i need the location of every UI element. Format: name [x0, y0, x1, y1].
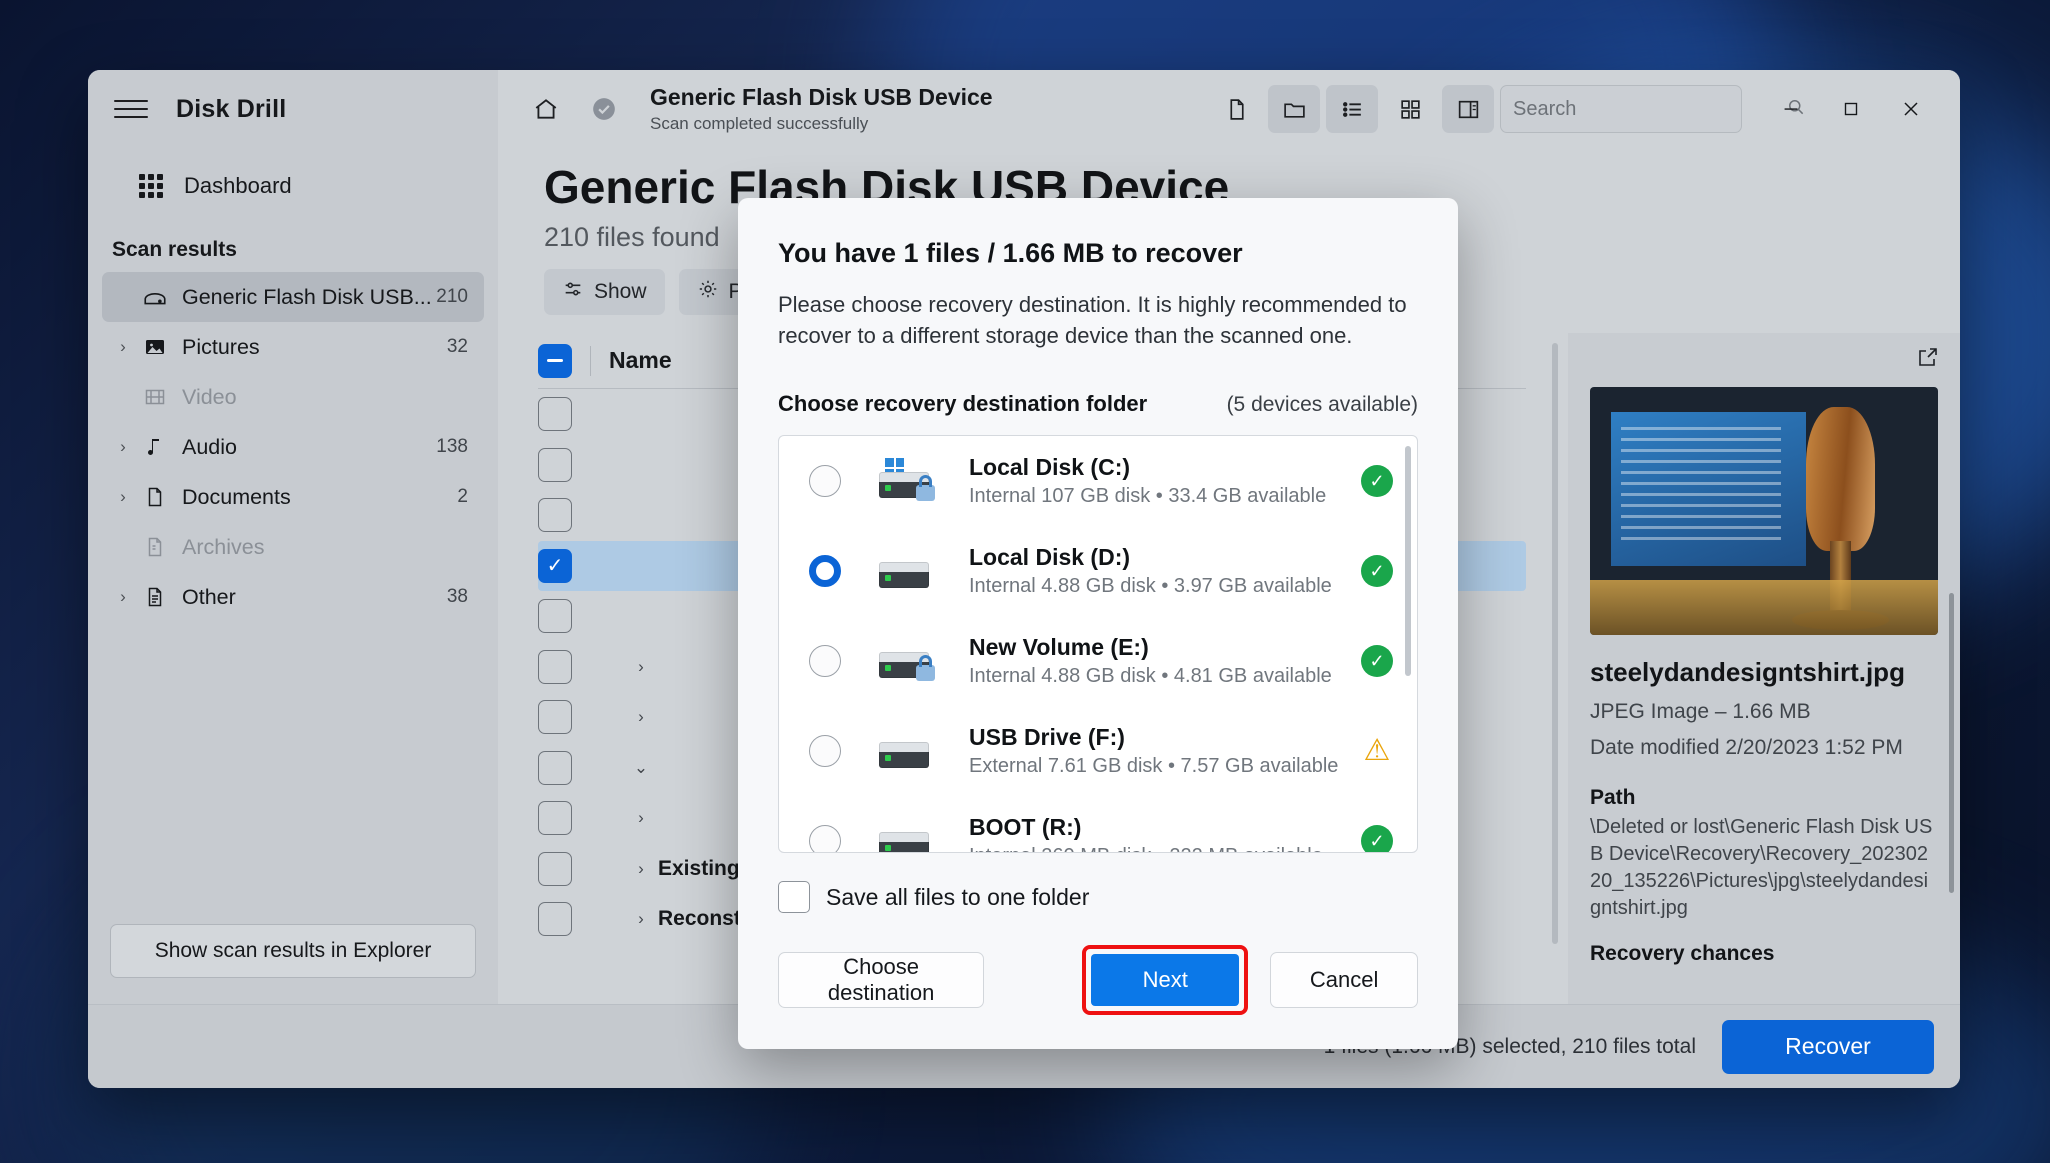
drive-icon — [877, 458, 935, 502]
recovery-destination-dialog: You have 1 files / 1.66 MB to recover Pl… — [738, 198, 1458, 1050]
device-radio[interactable] — [809, 825, 841, 853]
choose-destination-button[interactable]: Choose destination — [778, 952, 985, 1009]
device-detail: Internal 107 GB disk • 33.4 GB available — [969, 485, 1327, 508]
check-icon: ✓ — [1361, 825, 1393, 853]
device-list-scrollbar[interactable] — [1405, 446, 1411, 677]
device-name: Local Disk (D:) — [969, 544, 1131, 571]
modal-layer: You have 1 files / 1.66 MB to recover Pl… — [88, 70, 1960, 1088]
device-option[interactable]: New Volume (E:) Internal 4.88 GB disk • 4… — [779, 616, 1417, 706]
device-option[interactable]: BOOT (R:) Internal 260 MB disk • 222 MB a… — [779, 796, 1417, 853]
save-all-files-checkbox[interactable] — [778, 881, 810, 914]
disk-drill-window: Disk Drill Dashboard Scan results Generi… — [88, 70, 1960, 1088]
dialog-subheading: Choose recovery destination folder — [778, 391, 1148, 417]
check-icon: ✓ — [1361, 645, 1393, 678]
next-button-highlight: Next — [1082, 945, 1249, 1016]
device-name: BOOT (R:) — [969, 814, 1082, 841]
device-name: Local Disk (C:) — [969, 454, 1131, 481]
drive-icon — [877, 730, 933, 772]
device-detail: Internal 4.88 GB disk • 4.81 GB availabl… — [969, 665, 1332, 688]
dialog-title: You have 1 files / 1.66 MB to recover — [778, 238, 1243, 268]
device-name: New Volume (E:) — [969, 634, 1149, 661]
device-option[interactable]: Local Disk (D:) Internal 4.88 GB disk • 3… — [779, 526, 1417, 616]
dialog-description: Please choose recovery destination. It i… — [778, 292, 1407, 349]
device-detail: Internal 260 MB disk • 222 MB available — [969, 845, 1361, 852]
device-list[interactable]: Local Disk (C:) Internal 107 GB disk • 33… — [778, 435, 1418, 854]
device-option[interactable]: Local Disk (C:) Internal 107 GB disk • 33… — [779, 436, 1417, 526]
device-detail: Internal 4.88 GB disk • 3.97 GB availabl… — [969, 575, 1332, 598]
next-button[interactable]: Next — [1091, 954, 1240, 1007]
check-icon: ✓ — [1361, 555, 1393, 588]
device-radio[interactable] — [809, 645, 841, 678]
device-radio[interactable] — [809, 735, 841, 768]
drive-icon — [877, 550, 933, 592]
device-detail: External 7.61 GB disk • 7.57 GB availabl… — [969, 755, 1339, 778]
save-all-files-label: Save all files to one folder — [826, 883, 1090, 910]
device-name: USB Drive (F:) — [969, 724, 1125, 751]
check-icon: ✓ — [1361, 465, 1393, 498]
device-option[interactable]: USB Drive (F:) External 7.61 GB disk • 7.… — [779, 706, 1417, 796]
warning-icon: ⚠ — [1363, 734, 1391, 768]
device-radio[interactable] — [809, 555, 841, 588]
drive-icon — [877, 640, 935, 682]
device-radio[interactable] — [809, 465, 841, 498]
devices-available-count: (5 devices available) — [1226, 393, 1418, 417]
drive-icon — [877, 820, 933, 853]
cancel-button[interactable]: Cancel — [1270, 952, 1418, 1009]
